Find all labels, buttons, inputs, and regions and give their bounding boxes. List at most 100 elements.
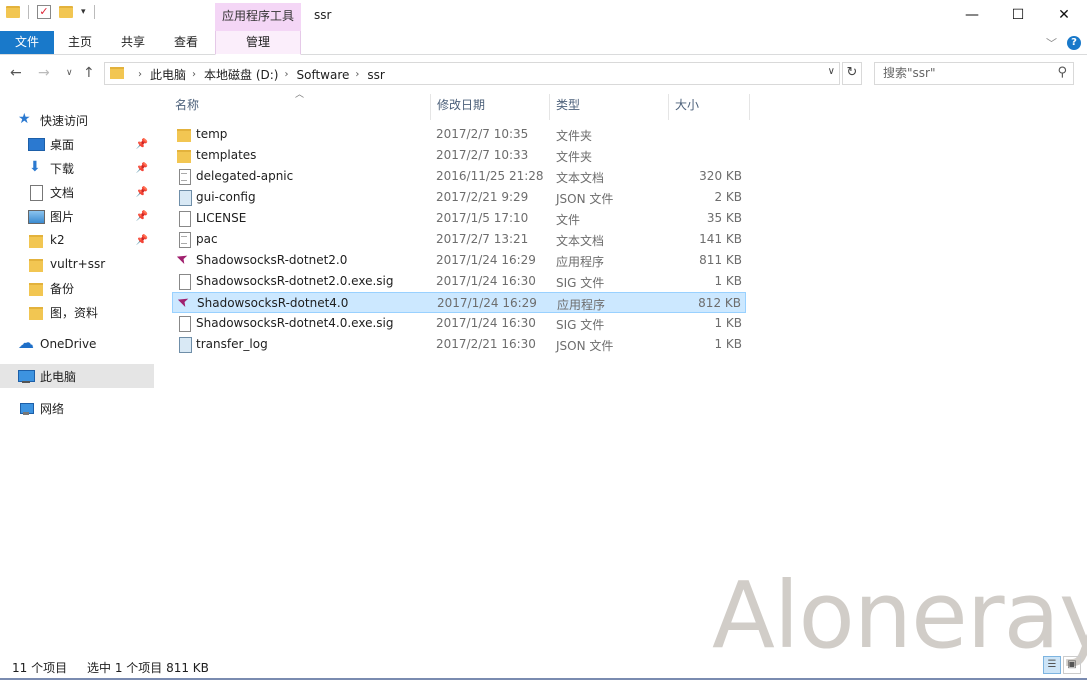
window-title: ssr: [314, 8, 332, 22]
tab-view[interactable]: 查看: [164, 31, 208, 54]
file-row[interactable]: gui-config 2017/2/21 9:29 JSON 文件 2 KB: [172, 187, 746, 208]
properties-icon[interactable]: ✓: [37, 5, 51, 19]
sidebar-item-label: k2: [50, 233, 65, 247]
sidebar-item-this-pc[interactable]: 此电脑: [0, 364, 154, 388]
network-icon: [18, 401, 34, 415]
selection-info: 选中 1 个项目 811 KB: [87, 661, 209, 675]
pin-icon: 📌: [135, 138, 148, 150]
back-arrow-icon[interactable]: ←: [10, 65, 22, 81]
chevron-right-icon[interactable]: ›: [138, 69, 142, 80]
separator: [28, 5, 29, 19]
sidebar-item-desktop[interactable]: 桌面 📌: [0, 132, 154, 156]
chevron-right-icon[interactable]: ›: [355, 69, 359, 80]
sidebar-item-k2[interactable]: k2 📌: [0, 228, 154, 252]
sidebar-item-label: vultr+ssr: [50, 257, 106, 271]
file-date: 2017/1/24 16:29: [437, 296, 537, 310]
file-size: 141 KB: [699, 232, 742, 246]
application-icon: [178, 296, 192, 310]
refresh-button[interactable]: ↻: [842, 62, 862, 85]
file-name: ShadowsocksR-dotnet2.0: [196, 253, 348, 267]
chevron-down-icon[interactable]: ∨: [828, 66, 835, 77]
sidebar-item-label: 文档: [50, 185, 75, 200]
file-name: ShadowsocksR-dotnet2.0.exe.sig: [196, 274, 394, 288]
breadcrumb-software[interactable]: Software: [296, 68, 349, 82]
up-arrow-icon[interactable]: ↑: [83, 65, 95, 81]
file-date: 2017/2/7 10:33: [436, 148, 529, 162]
breadcrumb-drive[interactable]: 本地磁盘 (D:): [204, 66, 278, 83]
large-icons-view-icon[interactable]: ▣: [1063, 656, 1081, 674]
sidebar-item-pictures[interactable]: 图片 📌: [0, 204, 154, 228]
sidebar-item-documents[interactable]: 文档 📌: [0, 180, 154, 204]
chevron-right-icon[interactable]: ›: [284, 69, 288, 80]
address-bar[interactable]: › 此电脑 › 本地磁盘 (D:) › Software › ssr ∨: [104, 62, 840, 85]
file-row[interactable]: ShadowsocksR-dotnet2.0.exe.sig 2017/1/24 …: [172, 271, 746, 292]
chevron-right-icon[interactable]: ›: [192, 69, 196, 80]
sidebar-item-onedrive[interactable]: OneDrive: [0, 332, 154, 356]
file-icon: [177, 274, 191, 290]
file-type: 文件夹: [556, 129, 593, 143]
pin-icon: 📌: [135, 210, 148, 222]
minimize-button[interactable]: —: [949, 0, 995, 30]
application-icon: [177, 253, 191, 267]
column-header-type[interactable]: 类型: [550, 94, 669, 120]
file-row[interactable]: ShadowsocksR-dotnet2.0 2017/1/24 16:29 应用程…: [172, 250, 746, 271]
ribbon-tabs: 文件 主页 共享 查看 管理 ﹀ ?: [0, 31, 1087, 55]
file-name: gui-config: [196, 190, 256, 204]
breadcrumb-this-pc[interactable]: 此电脑: [150, 66, 186, 83]
pin-icon: 📌: [135, 162, 148, 174]
tab-manage[interactable]: 管理: [215, 31, 301, 55]
expand-ribbon-icon[interactable]: ﹀: [1046, 35, 1057, 51]
context-tab-header: 应用程序工具: [215, 3, 301, 31]
file-size: 812 KB: [698, 296, 741, 310]
file-row[interactable]: temp 2017/2/7 10:35 文件夹: [172, 124, 746, 145]
search-input[interactable]: [883, 66, 1043, 80]
file-name: pac: [196, 232, 218, 246]
file-size: 2 KB: [714, 190, 742, 204]
search-icon[interactable]: ⚲: [1057, 65, 1067, 80]
sidebar-item-vultr-ssr[interactable]: vultr+ssr: [0, 252, 154, 276]
status-bar: 11 个项目 选中 1 个项目 811 KB ☰ ▣: [0, 656, 1087, 680]
sidebar-item-quick-access[interactable]: 快速访问: [0, 108, 154, 132]
file-row[interactable]: pac 2017/2/7 13:21 文本文档 141 KB: [172, 229, 746, 250]
customize-toolbar-icon[interactable]: ▾: [81, 7, 86, 17]
help-icon[interactable]: ?: [1067, 36, 1081, 50]
file-date: 2017/2/7 10:35: [436, 127, 529, 141]
sidebar-item-pictures-materials[interactable]: 图，资料: [0, 300, 154, 324]
sidebar-item-downloads[interactable]: 下载 📌: [0, 156, 154, 180]
forward-arrow-icon[interactable]: →: [38, 65, 50, 81]
file-row[interactable]: ShadowsocksR-dotnet4.0.exe.sig 2017/1/24 …: [172, 313, 746, 334]
sidebar-item-backup[interactable]: 备份: [0, 276, 154, 300]
tab-file[interactable]: 文件: [0, 31, 54, 54]
tab-share[interactable]: 共享: [111, 31, 155, 54]
title-bar: ✓ ▾ 应用程序工具 ssr — ☐ ✕: [0, 0, 1087, 31]
folder-icon[interactable]: [6, 6, 20, 18]
search-box[interactable]: ⚲: [874, 62, 1074, 85]
maximize-button[interactable]: ☐: [995, 0, 1041, 30]
sidebar-item-network[interactable]: 网络: [0, 396, 154, 420]
new-folder-icon[interactable]: [59, 6, 73, 18]
quick-access-toolbar: ✓ ▾: [6, 5, 95, 19]
recent-locations-icon[interactable]: ∨: [66, 68, 73, 78]
file-type: 文本文档: [556, 234, 605, 248]
close-button[interactable]: ✕: [1041, 0, 1087, 30]
file-row[interactable]: delegated-apnic 2016/11/25 21:28 文本文档 320 K…: [172, 166, 746, 187]
file-date: 2017/2/7 13:21: [436, 232, 529, 246]
file-row[interactable]: transfer_log 2017/2/21 16:30 JSON 文件 1 KB: [172, 334, 746, 355]
folder-icon: [110, 67, 124, 79]
column-header-name[interactable]: 名称: [169, 94, 431, 120]
sidebar-item-label: 网络: [40, 401, 65, 416]
file-row[interactable]: LICENSE 2017/1/5 17:10 文件 35 KB: [172, 208, 746, 229]
file-type: 文件夹: [556, 150, 593, 164]
text-file-icon: [177, 232, 191, 248]
file-row[interactable]: templates 2017/2/7 10:33 文件夹: [172, 145, 746, 166]
tab-home[interactable]: 主页: [58, 31, 102, 54]
folder-icon: [28, 233, 44, 248]
file-type: 应用程序: [556, 255, 605, 269]
column-header-size[interactable]: 大小: [669, 94, 750, 120]
column-header-date[interactable]: 修改日期: [431, 94, 550, 120]
file-name: LICENSE: [196, 211, 247, 225]
breadcrumb-ssr[interactable]: ssr: [367, 68, 384, 82]
details-view-icon[interactable]: ☰: [1043, 656, 1061, 674]
file-row[interactable]: ShadowsocksR-dotnet4.0 2017/1/24 16:29 应用程…: [172, 292, 746, 313]
pin-icon: 📌: [135, 186, 148, 198]
